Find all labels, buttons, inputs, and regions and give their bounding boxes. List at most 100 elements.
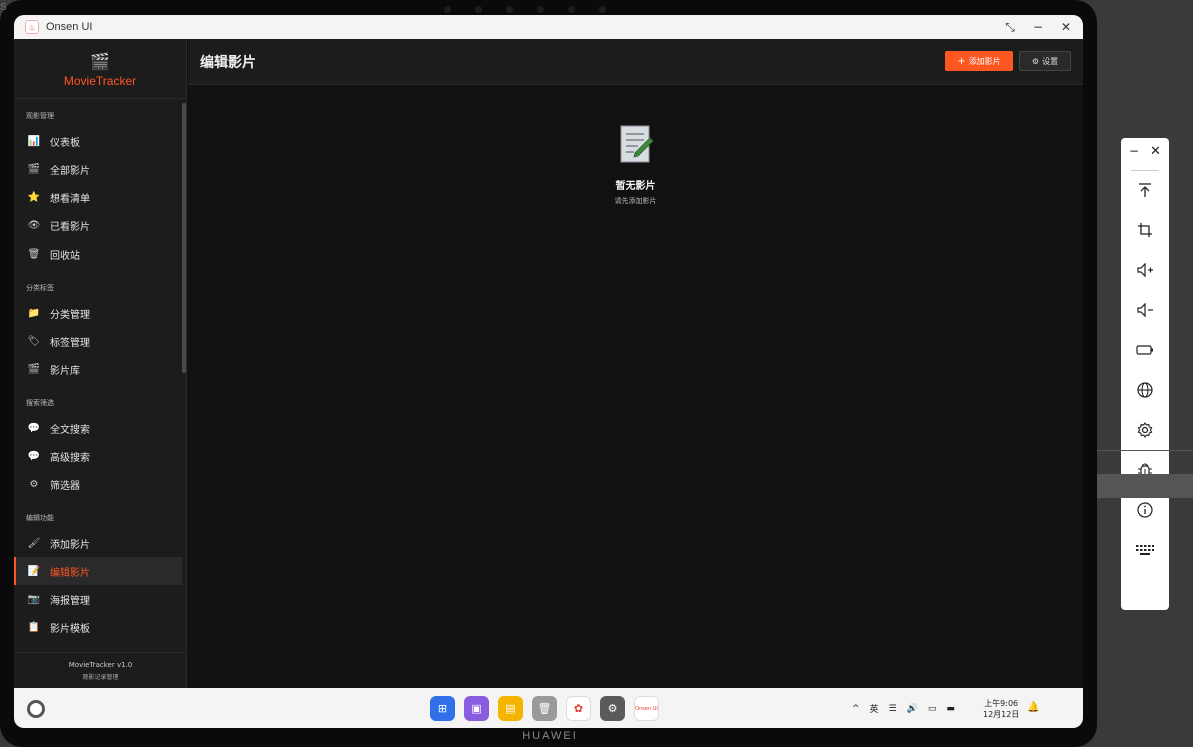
- dock-app-settings-icon[interactable]: ⚙: [600, 696, 625, 721]
- sidebar-item[interactable]: ⚙ 筛选器: [14, 471, 182, 499]
- sidebar-item-label: 海报管理: [50, 596, 90, 608]
- scroll-top-icon[interactable]: [1133, 178, 1157, 202]
- section-title: 分类标签: [26, 284, 54, 292]
- app-subtitle: 观影记录管理: [82, 674, 119, 681]
- chat-bubble-icon: 💬: [27, 422, 41, 434]
- sidebar-item-label: 想看清单: [50, 194, 90, 206]
- sidebar-item[interactable]: 📁 分类管理: [14, 299, 182, 327]
- sidebar-item-label: 影片模板: [50, 624, 90, 636]
- section-title: 搜索筛选: [26, 399, 54, 407]
- main-header: 编辑影片 + 添加影片 ⚙ 设置: [188, 39, 1083, 85]
- globe-icon[interactable]: [1133, 378, 1157, 402]
- background-panel: [1097, 450, 1193, 498]
- add-movie-button[interactable]: + 添加影片: [945, 51, 1013, 71]
- start-button[interactable]: [27, 700, 45, 718]
- sidebar-item[interactable]: 💬 高级搜索: [14, 442, 182, 470]
- taskbar: ⊞ ▣ ▤ 🗑 ✿ ⚙ Onsen UI ^ 英 ☰ 🔊 ▭ ▬ 上午9:06 12月12日…: [14, 688, 1083, 728]
- device-brand: HUAWEI: [522, 730, 578, 742]
- restore-icon[interactable]: ⤡: [1005, 21, 1015, 33]
- sidebar-item[interactable]: 📝 编辑影片: [14, 557, 182, 586]
- dock-app-notes-icon[interactable]: ▤: [498, 696, 523, 721]
- panel-close-icon[interactable]: ✕: [1150, 144, 1161, 159]
- sidebar-footer: MovieTracker v1.0 观影记录管理: [14, 652, 187, 688]
- battery-icon[interactable]: ▬: [946, 704, 955, 714]
- sidebar-item[interactable]: 🏷 标签管理: [14, 327, 182, 355]
- sidebar-item[interactable]: 👁 已看影片: [14, 212, 182, 240]
- clapperboard-icon: 🎬: [90, 51, 110, 71]
- system-tray: ^ 英 ☰ 🔊 ▭ ▬: [852, 702, 955, 716]
- info-icon[interactable]: [1133, 498, 1157, 522]
- volume-icon[interactable]: 🔊: [907, 704, 918, 714]
- dock-app-trash-icon[interactable]: 🗑: [532, 696, 557, 721]
- clock-time: 上午9:06: [984, 699, 1019, 708]
- notification-bell-icon[interactable]: 🔔: [1027, 702, 1039, 713]
- display-icon[interactable]: ▭: [928, 704, 937, 714]
- sidebar-item-label: 标签管理: [50, 337, 90, 349]
- empty-subtitle: 请先添加影片: [614, 197, 657, 205]
- sidebar-item-label: 影片库: [50, 366, 80, 378]
- onsen-app-icon: ♨: [25, 20, 39, 34]
- trash-icon: 🗑: [27, 248, 41, 260]
- sidebar-item-label: 添加影片: [50, 539, 90, 551]
- sidebar-item-label: 仪表板: [50, 137, 80, 149]
- sidebar-scrollbar[interactable]: [182, 103, 186, 373]
- sidebar-item[interactable]: 📷 海报管理: [14, 586, 182, 614]
- ime-indicator[interactable]: 英: [870, 702, 879, 715]
- chevron-up-icon[interactable]: ^: [852, 704, 860, 714]
- sidebar-item-label: 分类管理: [50, 309, 90, 321]
- dock-app-photos-icon[interactable]: ✿: [566, 696, 591, 721]
- brand: 🎬 MovieTracker: [14, 39, 186, 99]
- corner-text: S: [0, 2, 7, 13]
- brush-icon: 🖌: [27, 537, 41, 549]
- sidebar-item[interactable]: 🎬 影片库: [14, 356, 182, 384]
- screen: ♨ Onsen UI ⤡ − ✕ 🎬 MovieTracker 观影管理 📊 仪表板…: [14, 15, 1083, 728]
- crop-icon[interactable]: [1133, 218, 1157, 242]
- clock-date: 12月12日: [983, 710, 1020, 719]
- sidebar: 🎬 MovieTracker 观影管理 📊 仪表板 🎬 全部影片 ⭐ 想看清单 👁 已看影片 🗑 回…: [14, 39, 187, 688]
- volume-up-icon[interactable]: [1133, 258, 1157, 282]
- window-title: Onsen UI: [46, 21, 93, 33]
- section-title: 观影管理: [26, 112, 54, 120]
- sidebar-item[interactable]: 📊 仪表板: [14, 127, 182, 155]
- camera-icon: 📷: [27, 594, 41, 606]
- device-sensors: [440, 3, 610, 15]
- page-title: 编辑影片: [200, 55, 256, 71]
- gear-icon[interactable]: [1133, 418, 1157, 442]
- floating-tool-panel: − ✕: [1121, 138, 1169, 610]
- sidebar-item[interactable]: ⭐ 想看清单: [14, 184, 182, 212]
- dock: ⊞ ▣ ▤ 🗑 ✿ ⚙ Onsen UI: [430, 696, 659, 721]
- tag-icon: 🏷: [27, 335, 41, 347]
- sidebar-item[interactable]: 🗑 回收站: [14, 240, 182, 268]
- keyboard-icon[interactable]: [1133, 538, 1157, 562]
- clipboard-icon: 📋: [27, 622, 41, 634]
- volume-down-icon[interactable]: [1133, 298, 1157, 322]
- close-icon[interactable]: ✕: [1061, 21, 1071, 33]
- sidebar-item-label: 已看影片: [50, 222, 90, 234]
- tablet-frame: S HUAWEI ♨ Onsen UI ⤡ − ✕ 🎬 MovieTracker…: [0, 0, 1097, 747]
- sidebar-item[interactable]: 🎬 全部影片: [14, 155, 182, 183]
- empty-state: 暂无影片 请先添加影片: [188, 124, 1083, 206]
- eye-icon: 👁: [27, 220, 41, 232]
- sidebar-item[interactable]: 💬 全文搜索: [14, 414, 182, 442]
- sidebar-item-label: 筛选器: [50, 481, 80, 493]
- empty-title: 暂无影片: [615, 181, 656, 192]
- clapper-icon: 🎬: [27, 364, 41, 376]
- minimize-icon[interactable]: −: [1033, 21, 1043, 33]
- plus-icon: +: [957, 55, 966, 67]
- panel-minimize-icon[interactable]: −: [1129, 144, 1139, 158]
- dock-app-multiwindow-icon[interactable]: ▣: [464, 696, 489, 721]
- settings-icon: ⚙: [1031, 56, 1040, 66]
- window-titlebar: ♨ Onsen UI ⤡ − ✕: [14, 15, 1083, 39]
- sidebar-item[interactable]: 📋 影片模板: [14, 614, 182, 642]
- sidebar-item[interactable]: 🖌 添加影片: [14, 529, 182, 557]
- add-movie-label: 添加影片: [968, 56, 1001, 66]
- sidebar-item-label: 全文搜索: [50, 424, 90, 436]
- dock-app-app-grid-icon[interactable]: ⊞: [430, 696, 455, 721]
- clock[interactable]: 上午9:06 12月12日: [983, 698, 1019, 720]
- dock-app-onsen-ui-icon[interactable]: Onsen UI: [634, 696, 659, 721]
- app-version: MovieTracker v1.0: [68, 661, 133, 669]
- clipboard-tray-icon[interactable]: ☰: [889, 704, 897, 714]
- battery-panel-icon[interactable]: [1133, 338, 1157, 362]
- settings-button[interactable]: ⚙ 设置: [1019, 51, 1071, 71]
- chart-icon: 📊: [27, 135, 41, 147]
